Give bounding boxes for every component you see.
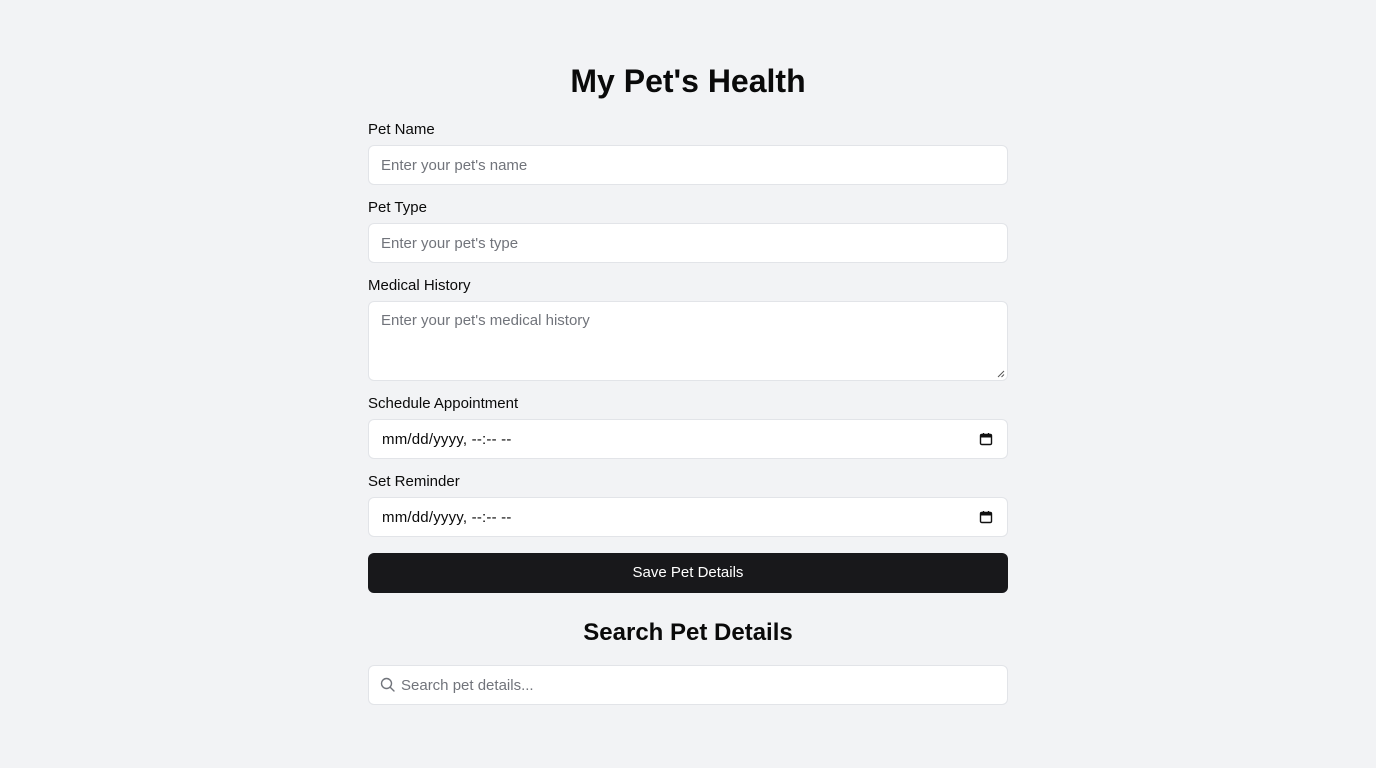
save-pet-details-button[interactable]: Save Pet Details (368, 553, 1008, 593)
pet-type-placeholder: Enter your pet's type (381, 235, 519, 252)
search-icon (380, 677, 395, 692)
appointment-label: Schedule Appointment (368, 395, 519, 412)
pet-name-placeholder: Enter your pet's name (381, 157, 528, 174)
resize-handle-icon[interactable] (997, 370, 1005, 378)
calendar-icon[interactable] (979, 432, 993, 446)
pet-name-input[interactable]: Enter your pet's name (368, 145, 1008, 185)
search-section-title: Search Pet Details (583, 619, 793, 646)
page-title: My Pet's Health (570, 63, 806, 99)
reminder-label: Set Reminder (368, 473, 460, 490)
pet-type-label: Pet Type (368, 199, 427, 216)
medical-history-textarea[interactable]: Enter your pet's medical history (368, 301, 1008, 381)
search-input[interactable]: Search pet details... (368, 665, 1008, 705)
medical-history-placeholder: Enter your pet's medical history (381, 312, 590, 329)
search-placeholder: Search pet details... (401, 677, 534, 694)
reminder-datetime-input[interactable]: mm/dd/yyyy, --:-- -- (368, 497, 1008, 537)
pet-name-label: Pet Name (368, 121, 435, 138)
reminder-datetime-value: mm/dd/yyyy, --:-- -- (382, 509, 512, 526)
appointment-datetime-value: mm/dd/yyyy, --:-- -- (382, 431, 512, 448)
appointment-datetime-input[interactable]: mm/dd/yyyy, --:-- -- (368, 419, 1008, 459)
page: My Pet's Health Pet Name Enter your pet'… (0, 0, 1376, 768)
calendar-icon[interactable] (979, 510, 993, 524)
pet-type-input[interactable]: Enter your pet's type (368, 223, 1008, 263)
medical-history-label: Medical History (368, 277, 471, 294)
